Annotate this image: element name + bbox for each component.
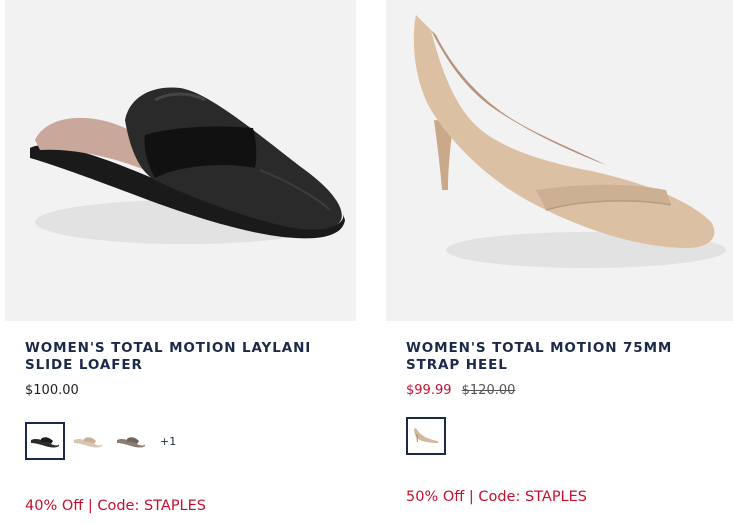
promo-text: 40% Off | Code: STAPLES [25, 498, 207, 514]
original-price: $120.00 [461, 383, 516, 398]
sale-price: $99.99 [406, 383, 452, 398]
nude-loafer-thumbnail-icon [74, 437, 102, 448]
product-title[interactable]: WOMEN'S TOTAL MOTION 75MM STRAP HEEL [386, 340, 733, 374]
nude-heel-thumbnail-icon [414, 428, 438, 443]
more-swatches-count[interactable]: +1 [160, 435, 176, 448]
color-swatches [406, 417, 449, 455]
product-price: $100.00 [25, 383, 79, 398]
price-row: $99.99 $120.00 [386, 383, 733, 401]
swatch-black[interactable] [25, 422, 65, 460]
product-image-loafer[interactable] [5, 0, 356, 321]
swatch-nude[interactable] [68, 422, 108, 460]
promo-text: 50% Off | Code: STAPLES [406, 489, 588, 505]
product-title[interactable]: WOMEN'S TOTAL MOTION LAYLANI SLIDE LOAFE… [5, 340, 356, 374]
product-card-laylani[interactable]: WOMEN'S TOTAL MOTION LAYLANI SLIDE LOAFE… [5, 0, 356, 514]
product-card-strap-heel[interactable]: WOMEN'S TOTAL MOTION 75MM STRAP HEEL $99… [386, 0, 733, 505]
taupe-loafer-thumbnail-icon [117, 437, 145, 448]
swatch-nude[interactable] [406, 417, 446, 455]
black-loafer-thumbnail-icon [31, 437, 59, 448]
price-row: $100.00 [5, 383, 356, 401]
swatch-taupe[interactable] [111, 422, 151, 460]
black-slide-loafer-image [30, 87, 345, 244]
product-image-heel[interactable] [386, 0, 733, 321]
nude-pump-heel-image [413, 15, 726, 268]
color-swatches: +1 [25, 422, 176, 460]
